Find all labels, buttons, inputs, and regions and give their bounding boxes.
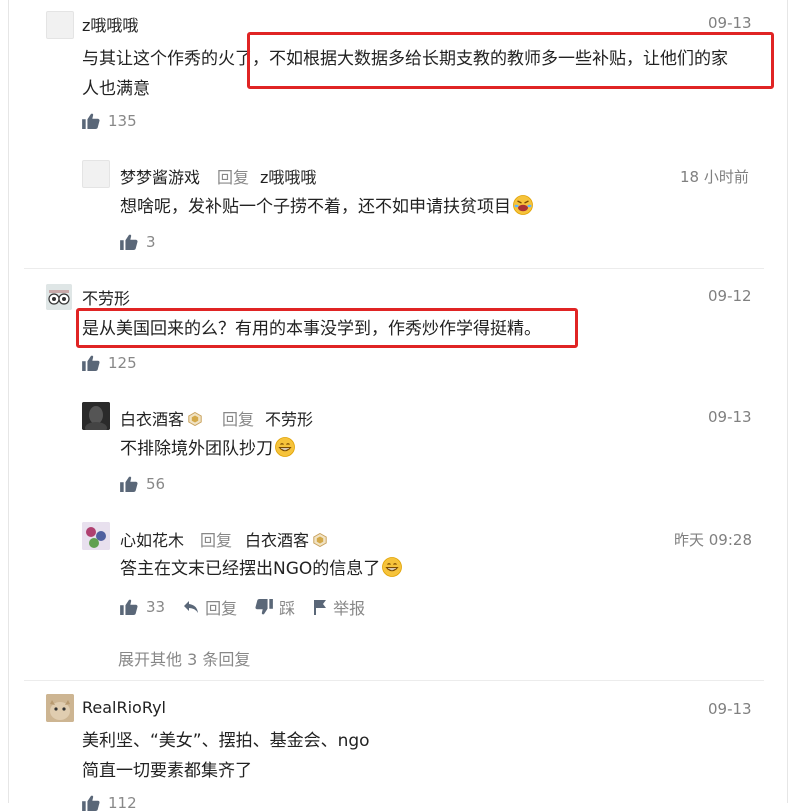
comment-time: 09-13: [708, 14, 752, 32]
comment-text-line2: 人也满意: [82, 79, 150, 99]
like-button[interactable]: 56: [120, 475, 165, 493]
expand-more-replies-link[interactable]: 展开其他 3 条回复: [118, 646, 250, 670]
avatar[interactable]: [46, 284, 72, 310]
avatar[interactable]: [46, 11, 74, 39]
reply-target-user[interactable]: 白衣酒客: [245, 527, 327, 551]
owl-avatar-icon: [46, 284, 72, 310]
thumbs-up-icon: [120, 599, 138, 615]
username[interactable]: 不劳形: [82, 285, 130, 309]
report-button[interactable]: 举报: [313, 595, 365, 619]
reply-text-content: 想啥呢，发补贴一个子捞不着，还不如申请扶贫项目: [120, 197, 511, 217]
like-count: 56: [146, 475, 166, 493]
like-button[interactable]: 3: [120, 233, 156, 251]
reply-time: 昨天 09:28: [674, 531, 752, 549]
flag-icon: [314, 600, 327, 615]
reply-arrow-icon: [184, 601, 199, 613]
highlight-box: [76, 308, 578, 348]
avatar[interactable]: [46, 694, 74, 722]
dark-figure-avatar-icon: [82, 402, 110, 430]
reply-action-label: 回复: [205, 599, 238, 618]
like-count: 33: [146, 598, 166, 616]
reply-text-content: 不排除境外团队抄刀: [120, 439, 273, 459]
username[interactable]: 白衣酒客: [120, 406, 202, 430]
like-button[interactable]: 125: [82, 354, 137, 372]
username[interactable]: 心如花木: [120, 527, 184, 551]
like-count: 135: [108, 112, 137, 130]
reply-button[interactable]: 回复: [183, 595, 237, 619]
username[interactable]: RealRioRyl: [82, 698, 166, 717]
username-text: 白衣酒客: [120, 410, 185, 429]
comment-page: z哦哦哦 09-13 与其让这个作秀的火了，不如根据大数据多给长期支教的教师多一…: [0, 0, 800, 812]
comment-time: 09-12: [708, 287, 752, 305]
reply-text: 不排除境外团队抄刀: [120, 434, 295, 465]
comment-text-line1: 美利坚、“美女”、摆拍、基金会、ngo: [82, 731, 370, 751]
like-count: 112: [108, 794, 137, 812]
avatar[interactable]: [82, 160, 110, 188]
like-count: 125: [108, 354, 137, 372]
reply-text: 想啥呢，发补贴一个子捞不着，还不如申请扶贫项目: [120, 192, 533, 223]
laughing-emoji-icon: [513, 195, 533, 215]
like-count: 3: [146, 233, 156, 251]
report-action-label: 举报: [333, 599, 366, 618]
like-button[interactable]: 112: [82, 794, 137, 812]
thumbs-down-icon: [255, 599, 273, 615]
grinning-emoji-icon: [275, 437, 295, 457]
thumbs-up-icon: [82, 355, 100, 371]
reply-target-text: 白衣酒客: [245, 531, 310, 550]
comment-time: 09-13: [708, 700, 752, 718]
reply-target-user[interactable]: 不劳形: [265, 406, 313, 430]
avatar[interactable]: [82, 522, 110, 550]
thumbs-up-icon: [82, 113, 100, 129]
thumbs-up-icon: [82, 795, 100, 811]
badge-icon: [188, 412, 202, 426]
reply-time: 18 小时前: [680, 168, 749, 186]
reply-time: 09-13: [708, 408, 752, 426]
grinning-emoji-icon: [382, 557, 402, 577]
reply-text-content: 答主在文末已经摆出NGO的信息了: [120, 559, 381, 579]
reply-target-user[interactable]: z哦哦哦: [260, 164, 316, 188]
thumbs-up-icon: [120, 234, 138, 250]
highlight-box: [247, 32, 774, 89]
username[interactable]: 梦梦酱游戏: [120, 164, 200, 188]
reply-label: 回复: [222, 410, 255, 429]
reply-label: 回复: [217, 168, 250, 187]
username[interactable]: z哦哦哦: [82, 12, 138, 36]
badge-icon: [313, 533, 327, 547]
thumbs-up-icon: [120, 476, 138, 492]
like-button[interactable]: 33: [120, 598, 165, 616]
flower-avatar-icon: [82, 522, 110, 550]
divider: [24, 680, 764, 681]
dislike-action-label: 踩: [279, 599, 296, 618]
reply-text: 答主在文末已经摆出NGO的信息了: [120, 554, 402, 585]
dislike-button[interactable]: 踩: [255, 595, 295, 619]
divider: [24, 268, 764, 269]
cat-avatar-icon: [46, 694, 74, 722]
avatar[interactable]: [82, 402, 110, 430]
reply-label: 回复: [200, 531, 233, 550]
comment-text-line2: 简直一切要素都集齐了: [82, 761, 252, 781]
like-button[interactable]: 135: [82, 112, 137, 130]
reply-action-bar: 33 回复 踩 举报: [120, 595, 365, 619]
